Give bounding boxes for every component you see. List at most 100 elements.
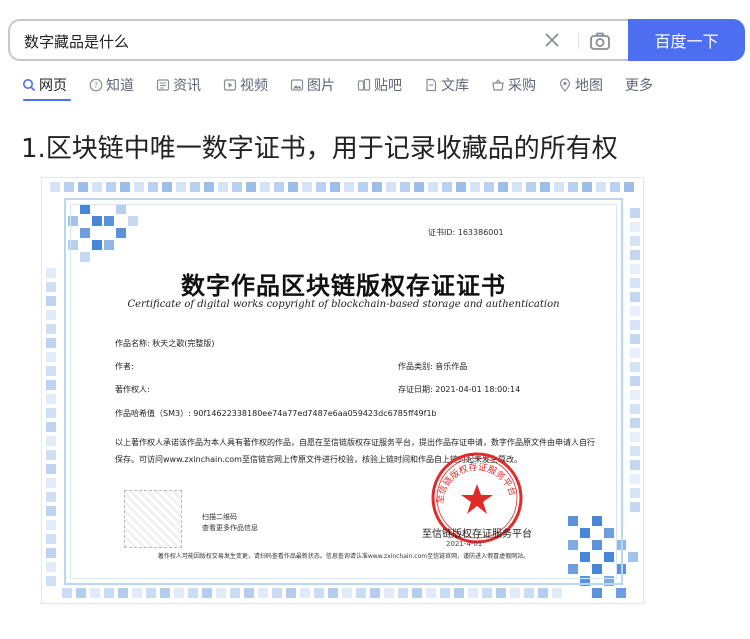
decor-square: [120, 182, 130, 192]
search-tabs: 网页 ? 知道 资讯 视频 图片 贴吧 文库 采购 地图 更多: [22, 74, 675, 100]
decor-square: [232, 182, 242, 192]
certificate-image[interactable]: 证书ID: 163386001 数字作品区块链版权存证证书 Certificat…: [41, 177, 644, 604]
issue-date: 2021-4-01: [446, 540, 483, 548]
decor-square: [46, 506, 56, 516]
decor-square: [46, 562, 56, 572]
decor-square: [630, 376, 640, 386]
search-bar: 百度一下: [8, 19, 745, 61]
svg-text:?: ?: [94, 81, 98, 90]
decor-square: [456, 182, 466, 192]
decor-square: [630, 208, 640, 218]
tab-map[interactable]: 地图: [558, 74, 603, 96]
decor-square: [148, 182, 158, 192]
footer-note: 著作权人可能因版权交易发生变更，请扫码查看作品最新状态。信息查询请认准www.z…: [157, 553, 530, 560]
decor-square: [46, 464, 56, 474]
decor-square: [216, 588, 226, 598]
decor-square: [568, 182, 578, 192]
decor-square: [386, 182, 396, 192]
decor-square: [498, 182, 508, 192]
decor-square: [188, 588, 198, 598]
tab-label: 网页: [39, 78, 67, 94]
active-tab-indicator: [23, 99, 71, 101]
decor-square: [46, 380, 56, 390]
tab-more[interactable]: 更多: [625, 74, 653, 96]
decor-square: [496, 588, 506, 598]
decor-square: [316, 182, 326, 192]
decor-square: [344, 182, 354, 192]
camera-icon[interactable]: [588, 29, 612, 53]
video-icon: [223, 79, 237, 91]
tab-label: 采购: [508, 78, 536, 94]
decor-square: [342, 588, 352, 598]
decor-square: [230, 588, 240, 598]
decor-square: [50, 182, 60, 192]
tab-web[interactable]: 网页: [22, 74, 67, 96]
decor-square: [272, 588, 282, 598]
tab-tieba[interactable]: 贴吧: [357, 74, 402, 96]
tab-label: 资讯: [173, 78, 201, 94]
decor-square: [428, 182, 438, 192]
record-date: 存证日期: 2021-04-01 18:00:14: [398, 385, 521, 394]
decor-square: [482, 588, 492, 598]
search-input[interactable]: [24, 30, 524, 52]
tab-news[interactable]: 资讯: [156, 74, 201, 96]
work-category: 作品类别: 音乐作品: [398, 362, 468, 371]
decor-square: [468, 588, 478, 598]
decor-square: [552, 588, 562, 598]
decor-square: [384, 588, 394, 598]
decor-square: [302, 182, 312, 192]
decor-square: [46, 576, 56, 586]
decor-square: [596, 182, 606, 192]
decor-square: [134, 182, 144, 192]
basket-icon: [492, 79, 504, 91]
map-pin-icon: [559, 78, 571, 92]
decor-square: [630, 432, 640, 442]
decor-square: [624, 182, 634, 192]
tieba-icon: [357, 78, 371, 91]
decor-square: [46, 534, 56, 544]
decor-square: [314, 588, 324, 598]
decor-square: [426, 588, 436, 598]
tab-label: 地图: [575, 78, 603, 94]
decor-square: [616, 588, 626, 598]
decor-square: [454, 588, 464, 598]
tab-caigou[interactable]: 采购: [491, 74, 536, 96]
decor-square: [630, 348, 640, 358]
decor-square: [630, 446, 640, 456]
tab-video[interactable]: 视频: [223, 74, 268, 96]
result-title[interactable]: 1.区块链中唯一数字证书，用于记录收藏品的所有权: [21, 128, 618, 165]
decor-square: [630, 236, 640, 246]
decor-square: [258, 588, 268, 598]
decor-square: [202, 588, 212, 598]
tab-images[interactable]: 图片: [290, 74, 335, 96]
decor-square: [442, 182, 452, 192]
decor-square: [512, 182, 522, 192]
tab-label: 文库: [441, 78, 469, 94]
news-icon: [156, 79, 170, 91]
decor-square: [356, 588, 366, 598]
tab-label: 视频: [240, 78, 268, 94]
decor-square: [46, 394, 56, 404]
decor-square: [630, 418, 640, 428]
qr-label: 查看更多作品信息: [202, 524, 258, 532]
work-hash: 作品哈希值（SM3）: 90f14622338180ee74a77ed7487e…: [115, 409, 437, 418]
qr-label: 扫描二维码: [202, 513, 237, 521]
decor-square: [46, 338, 56, 348]
tab-wenku[interactable]: 文库: [424, 74, 469, 96]
decor-square: [510, 588, 520, 598]
tab-zhidao[interactable]: ? 知道: [89, 74, 134, 96]
decor-square: [538, 588, 548, 598]
search-button[interactable]: 百度一下: [628, 19, 745, 61]
decor-square: [146, 588, 156, 598]
decor-square: [330, 182, 340, 192]
decor-square: [630, 460, 640, 470]
decor-square: [218, 182, 228, 192]
search-box[interactable]: [8, 19, 630, 61]
qr-code: [124, 490, 182, 548]
decor-square: [582, 182, 592, 192]
close-icon[interactable]: [542, 30, 562, 50]
decor-square: [610, 182, 620, 192]
decor-square: [92, 182, 102, 192]
certificate-title: 数字作品区块链版权存证证书: [181, 271, 506, 300]
decor-square: [630, 488, 640, 498]
